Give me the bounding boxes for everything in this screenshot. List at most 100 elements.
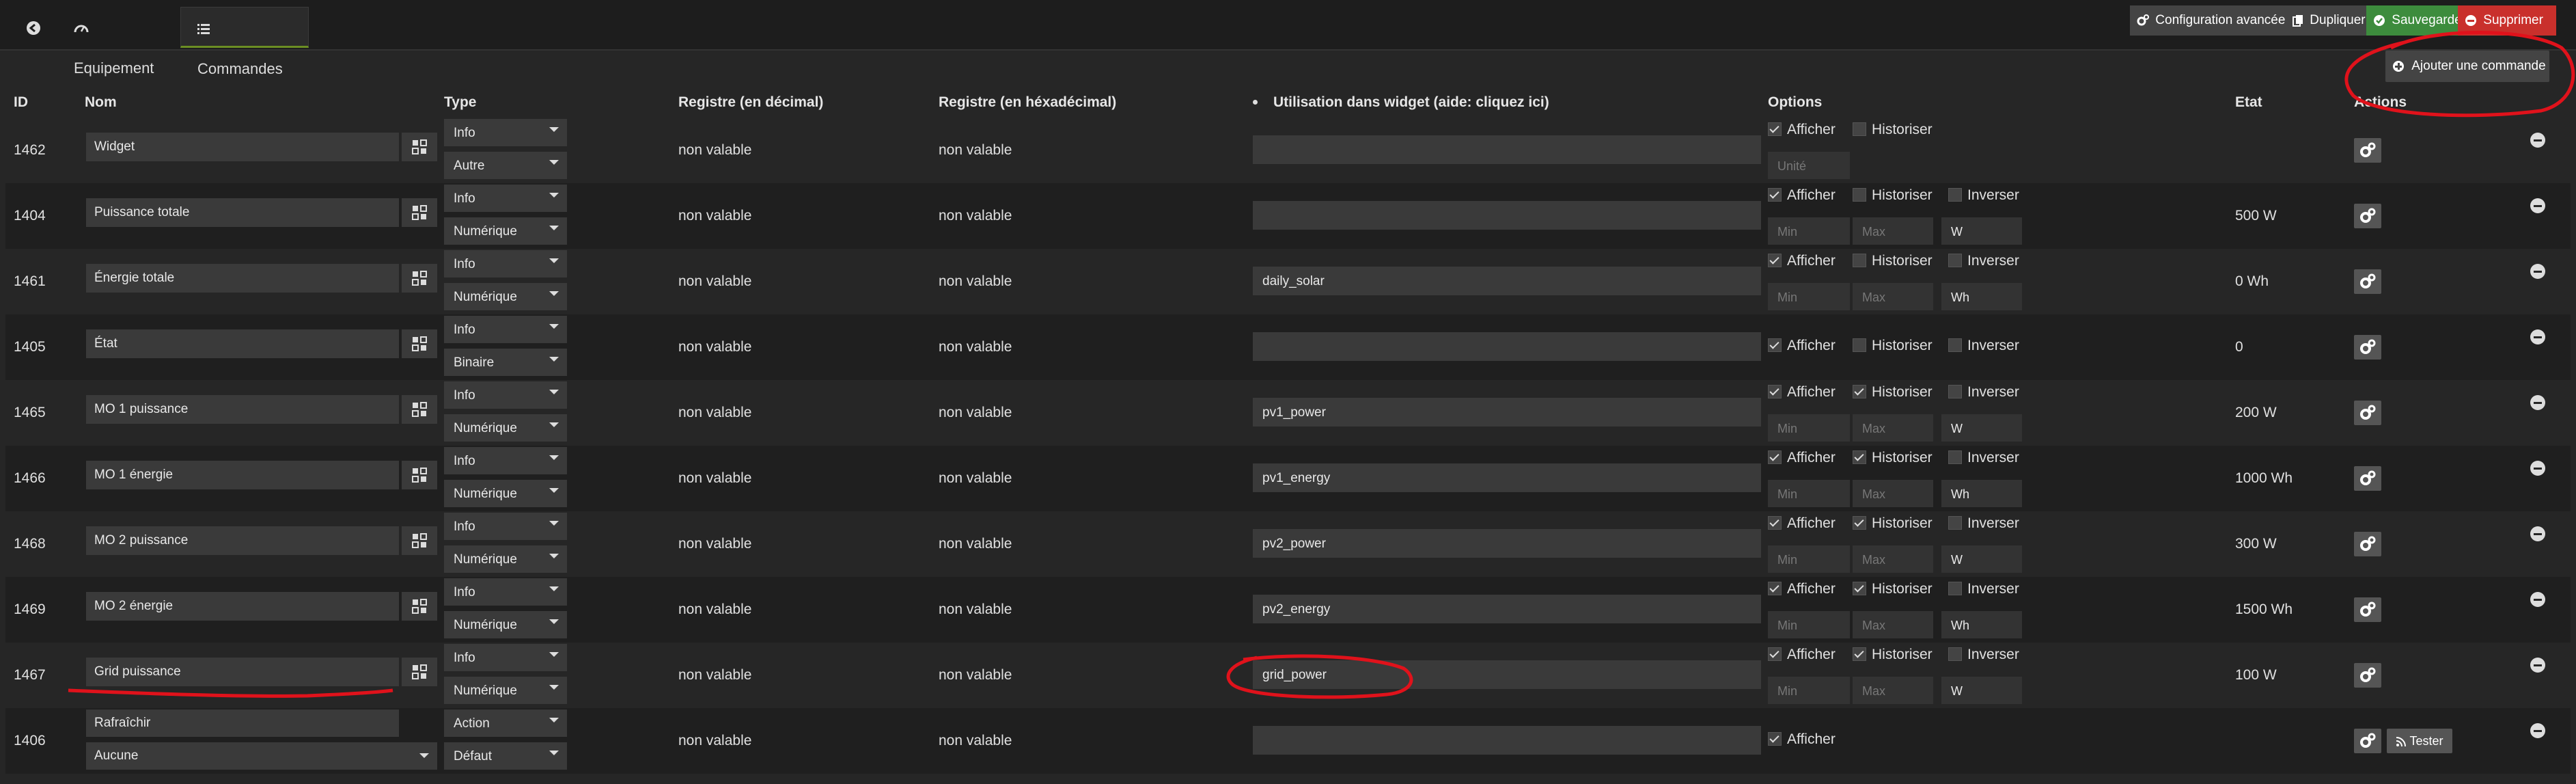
type-select[interactable]: Action [444, 709, 567, 737]
inverser-checkbox[interactable]: Inverser [1948, 581, 2019, 597]
type-select[interactable]: Info [444, 250, 567, 278]
type-select[interactable]: Info [444, 447, 567, 474]
afficher-checkbox[interactable]: Afficher [1768, 122, 1836, 138]
tab-equipement[interactable]: Equipement [57, 7, 180, 77]
inverser-checkbox[interactable]: Inverser [1948, 187, 2019, 204]
max-input[interactable]: Max [1853, 677, 1933, 704]
checkbox-checked[interactable] [1768, 122, 1782, 136]
checkbox-checked[interactable] [1768, 188, 1782, 202]
advanced-config-button[interactable]: Configuration avancée [2130, 5, 2286, 36]
configure-button[interactable] [2354, 729, 2381, 753]
inverser-checkbox[interactable]: Inverser [1948, 253, 2019, 269]
configure-button[interactable] [2354, 269, 2381, 294]
unit-input[interactable]: W [1941, 677, 2022, 704]
max-input[interactable]: Max [1853, 283, 1933, 310]
historiser-checkbox[interactable]: Historiser [1853, 450, 1933, 466]
type-select[interactable]: Info [444, 119, 567, 146]
duplicate-button[interactable]: Dupliquer [2286, 5, 2366, 36]
icon-picker-button[interactable] [402, 264, 437, 293]
checkbox-unchecked[interactable] [1948, 338, 1962, 352]
historiser-checkbox[interactable]: Historiser [1853, 253, 1933, 269]
max-input[interactable]: Max [1853, 545, 1933, 573]
historiser-checkbox[interactable]: Historiser [1853, 515, 1933, 532]
checkbox-checked[interactable] [1853, 582, 1866, 595]
subtype-select[interactable]: Numérique [444, 480, 567, 507]
widget-input[interactable] [1253, 332, 1761, 361]
subtype-select[interactable]: Numérique [444, 677, 567, 704]
widget-input[interactable]: pv2_power [1253, 529, 1761, 558]
configure-button[interactable] [2354, 138, 2381, 163]
min-input[interactable]: Min [1768, 217, 1850, 245]
widget-input[interactable]: grid_power [1253, 660, 1761, 689]
test-button[interactable]: Tester [2387, 729, 2452, 753]
tab-commandes[interactable]: Commandes [180, 7, 309, 77]
remove-command-icon[interactable] [2530, 658, 2545, 673]
icon-picker-button[interactable] [402, 133, 437, 161]
min-input[interactable]: Min [1768, 283, 1850, 310]
inverser-checkbox[interactable]: Inverser [1948, 384, 2019, 401]
remove-command-icon[interactable] [2530, 723, 2545, 738]
max-input[interactable]: Max [1853, 480, 1933, 507]
type-select[interactable]: Info [444, 513, 567, 540]
widget-input[interactable]: daily_solar [1253, 267, 1761, 295]
historiser-checkbox[interactable]: Historiser [1853, 384, 1933, 401]
remove-command-icon[interactable] [2530, 461, 2545, 476]
type-select[interactable]: Info [444, 644, 567, 671]
afficher-checkbox[interactable]: Afficher [1768, 384, 1836, 401]
checkbox-unchecked[interactable] [1853, 254, 1866, 267]
configure-button[interactable] [2354, 663, 2381, 688]
checkbox-unchecked[interactable] [1948, 516, 1962, 530]
checkbox-unchecked[interactable] [1948, 450, 1962, 464]
name-input[interactable]: Widget [86, 133, 399, 161]
icon-picker-button[interactable] [402, 461, 437, 489]
min-input[interactable]: Min [1768, 480, 1850, 507]
name-input[interactable]: MO 2 puissance [86, 526, 399, 555]
configure-button[interactable] [2354, 597, 2381, 622]
configure-button[interactable] [2354, 335, 2381, 360]
inverser-checkbox[interactable]: Inverser [1948, 450, 2019, 466]
icon-picker-button[interactable] [402, 198, 437, 227]
checkbox-checked[interactable] [1768, 516, 1782, 530]
remove-command-icon[interactable] [2530, 198, 2545, 213]
name-input[interactable]: Énergie totale [86, 264, 399, 293]
subtype-select[interactable]: Numérique [444, 283, 567, 310]
afficher-checkbox[interactable]: Afficher [1768, 647, 1836, 663]
icon-picker-button[interactable] [402, 526, 437, 555]
icon-picker-button[interactable] [402, 329, 437, 358]
min-input[interactable]: Min [1768, 414, 1850, 442]
afficher-checkbox[interactable]: Afficher [1768, 338, 1836, 354]
remove-command-icon[interactable] [2530, 329, 2545, 344]
historiser-checkbox[interactable]: Historiser [1853, 338, 1933, 354]
remove-command-icon[interactable] [2530, 592, 2545, 607]
widget-input[interactable] [1253, 726, 1761, 755]
afficher-checkbox[interactable]: Afficher [1768, 515, 1836, 532]
unit-input[interactable]: W [1941, 545, 2022, 573]
checkbox-unchecked[interactable] [1853, 338, 1866, 352]
historiser-checkbox[interactable]: Historiser [1853, 647, 1933, 663]
subtype-select[interactable]: Numérique [444, 414, 567, 442]
linked-info-select[interactable]: Aucune [86, 742, 437, 770]
type-select[interactable]: Info [444, 185, 567, 212]
unit-input[interactable]: Wh [1941, 611, 2022, 638]
afficher-checkbox[interactable]: Afficher [1768, 581, 1836, 597]
checkbox-unchecked[interactable] [1948, 188, 1962, 202]
widget-input[interactable] [1253, 201, 1761, 230]
unit-input[interactable]: Wh [1941, 283, 2022, 310]
configure-button[interactable] [2354, 204, 2381, 228]
afficher-checkbox[interactable]: Afficher [1768, 450, 1836, 466]
add-command-button[interactable]: Ajouter une commande [2385, 51, 2549, 82]
subtype-select[interactable]: Binaire [444, 349, 567, 376]
checkbox-unchecked[interactable] [1948, 647, 1962, 661]
max-input[interactable]: Max [1853, 217, 1933, 245]
checkbox-checked[interactable] [1853, 516, 1866, 530]
checkbox-unchecked[interactable] [1948, 254, 1962, 267]
historiser-checkbox[interactable]: Historiser [1853, 581, 1933, 597]
name-input[interactable]: État [86, 329, 399, 358]
unit-input[interactable]: Wh [1941, 480, 2022, 507]
name-input[interactable]: MO 1 énergie [86, 461, 399, 489]
remove-command-icon[interactable] [2530, 264, 2545, 279]
checkbox-checked[interactable] [1768, 450, 1782, 464]
subtype-select[interactable]: Numérique [444, 217, 567, 245]
subtype-select[interactable]: Défaut [444, 742, 567, 770]
max-input[interactable]: Max [1853, 414, 1933, 442]
